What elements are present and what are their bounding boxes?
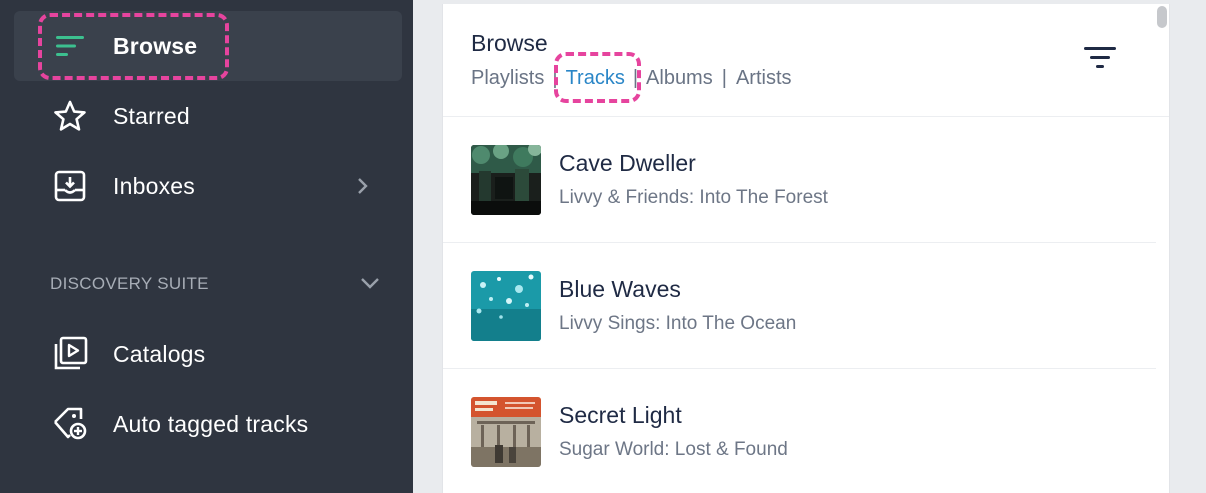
tab-separator: | xyxy=(632,67,639,89)
album-art-image xyxy=(471,397,541,467)
tab-albums[interactable]: Albums xyxy=(646,67,713,90)
page-title: Browse xyxy=(471,30,548,56)
section-discovery-suite[interactable]: DISCOVERY SUITE xyxy=(50,272,380,296)
track-subtitle: Sugar World: Lost & Found xyxy=(559,439,788,460)
star-icon xyxy=(50,96,90,136)
filter-icon xyxy=(1083,45,1117,76)
sidebar-item-catalogs[interactable]: Catalogs xyxy=(14,319,402,389)
tab-artists[interactable]: Artists xyxy=(736,67,792,90)
tab-separator: | xyxy=(721,67,727,89)
tab-playlists[interactable]: Playlists xyxy=(471,67,544,90)
sidebar-item-inboxes[interactable]: Inboxes xyxy=(14,151,402,221)
catalog-play-icon xyxy=(50,334,90,374)
album-art-image xyxy=(471,271,541,341)
chevron-right-icon[interactable] xyxy=(352,176,372,196)
tab-tracks[interactable]: Tracks xyxy=(566,67,625,90)
filter-button[interactable] xyxy=(1083,46,1117,74)
track-row[interactable]: Cave Dweller Livvy & Friends: Into The F… xyxy=(443,117,1156,243)
browse-tabs: Playlists | Tracks | Albums | Artists xyxy=(471,67,792,90)
track-title: Cave Dweller xyxy=(559,150,696,176)
panel-header: Browse Playlists | Tracks | Albums | Art… xyxy=(443,4,1169,117)
sidebar-item-label: Starred xyxy=(113,102,190,129)
sidebar-item-label: Browse xyxy=(113,32,198,59)
sidebar-item-label: Catalogs xyxy=(113,340,206,367)
tag-plus-icon xyxy=(50,404,90,444)
browse-panel: Browse Playlists | Tracks | Albums | Art… xyxy=(442,4,1170,493)
tab-separator: | xyxy=(552,67,558,89)
track-title: Secret Light xyxy=(559,402,682,428)
sidebar: Browse Starred Inboxes DISCOVERY SUITE C… xyxy=(0,0,413,493)
sidebar-item-auto-tagged-tracks[interactable]: Auto tagged tracks xyxy=(14,389,402,459)
track-subtitle: Livvy & Friends: Into The Forest xyxy=(559,187,828,208)
track-row[interactable]: Secret Light Sugar World: Lost & Found xyxy=(443,369,1156,493)
browse-lines-icon xyxy=(50,26,90,66)
scrollbar-thumb[interactable] xyxy=(1157,6,1167,28)
sidebar-item-starred[interactable]: Starred xyxy=(14,81,402,151)
track-subtitle: Livvy Sings: Into The Ocean xyxy=(559,313,797,334)
section-label: DISCOVERY SUITE xyxy=(50,274,209,293)
sidebar-item-label: Auto tagged tracks xyxy=(113,410,309,437)
track-row[interactable]: Blue Waves Livvy Sings: Into The Ocean xyxy=(443,243,1156,369)
sidebar-item-label: Inboxes xyxy=(113,172,195,199)
inbox-download-icon xyxy=(50,166,90,206)
chevron-down-icon xyxy=(360,276,380,295)
track-title: Blue Waves xyxy=(559,276,681,302)
album-art-image xyxy=(471,145,541,215)
sidebar-item-browse[interactable]: Browse xyxy=(14,11,402,81)
